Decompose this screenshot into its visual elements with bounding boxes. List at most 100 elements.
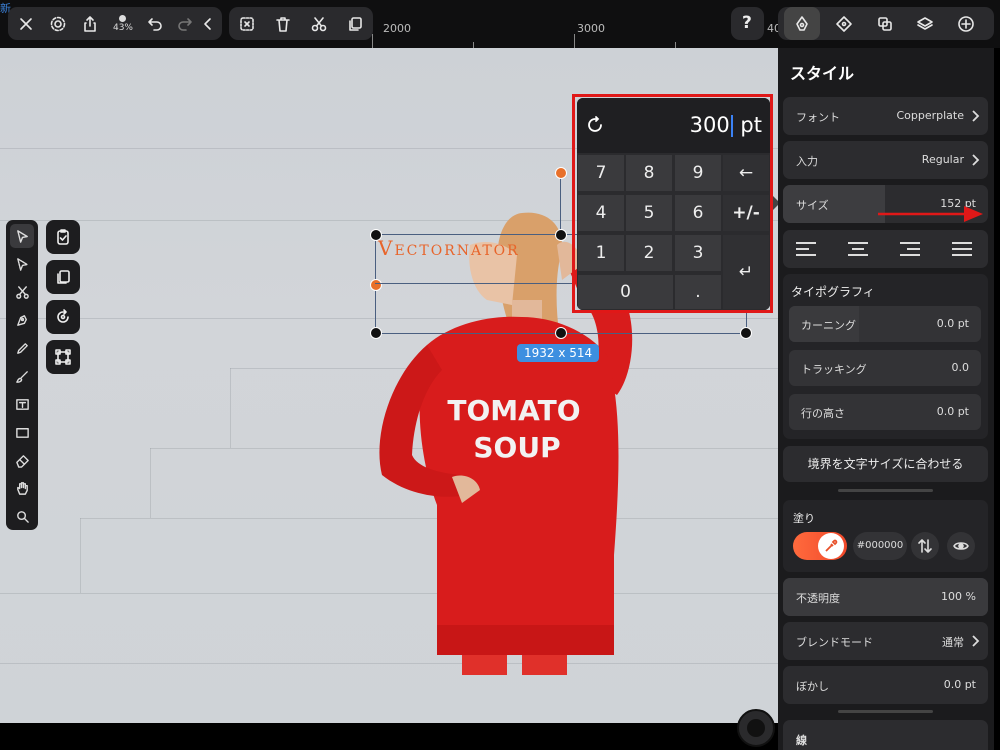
- tab-arrange[interactable]: [830, 7, 858, 40]
- settings-button[interactable]: [44, 7, 72, 40]
- rotation-guide-line: [560, 172, 561, 234]
- opacity-value: 100 %: [941, 590, 976, 603]
- key-3[interactable]: 3: [674, 234, 722, 272]
- boolean-icon: [878, 16, 892, 31]
- text-object-vectornator[interactable]: Vectornator: [378, 236, 520, 260]
- line-height-slider[interactable]: 行の高さ 0.0 pt: [789, 394, 981, 430]
- collapse-toolbar-button[interactable]: [198, 7, 218, 40]
- reset-button[interactable]: [585, 115, 605, 135]
- rectangle-icon: [15, 427, 29, 438]
- opacity-slider[interactable]: 不透明度 100 %: [783, 578, 988, 616]
- tracking-label: トラッキング: [801, 363, 867, 376]
- tab-add[interactable]: [952, 7, 980, 40]
- scissors-tool[interactable]: [10, 280, 34, 304]
- quick-action-button[interactable]: [737, 709, 775, 747]
- tab-path[interactable]: [871, 7, 899, 40]
- key-1[interactable]: 1: [577, 234, 625, 272]
- input-label: 入力: [796, 155, 818, 168]
- resize-handle-top-left[interactable]: [370, 229, 382, 241]
- key-backspace[interactable]: ←: [722, 154, 770, 192]
- font-row[interactable]: フォント Copperplate: [783, 97, 988, 135]
- eyedropper-button[interactable]: [818, 533, 844, 559]
- deselect-icon: [240, 16, 254, 31]
- cut-button[interactable]: [305, 7, 333, 40]
- top-toolbar: 新 43% 2000 3000 40 ?: [0, 0, 1000, 48]
- fill-section: 塗り #000000: [783, 500, 988, 572]
- fit-bounds-to-text-button[interactable]: 境界を文字サイズに合わせる: [783, 446, 988, 482]
- resize-handle-bottom-left[interactable]: [370, 327, 382, 339]
- pencil-tool[interactable]: [10, 336, 34, 360]
- align-center-button[interactable]: [847, 239, 869, 259]
- fill-hex-value[interactable]: #000000: [853, 532, 907, 560]
- close-button[interactable]: [12, 7, 40, 40]
- help-button[interactable]: ?: [731, 7, 764, 40]
- zoom-tool[interactable]: [10, 504, 34, 528]
- pencil-icon: [16, 342, 28, 354]
- tracking-slider[interactable]: トラッキング 0.0: [789, 350, 981, 386]
- key-8[interactable]: 8: [625, 154, 673, 192]
- swap-arrows-icon: [918, 539, 932, 553]
- key-2[interactable]: 2: [625, 234, 673, 272]
- duplicate-button[interactable]: [341, 7, 369, 40]
- align-right-button[interactable]: [899, 239, 921, 259]
- key-4[interactable]: 4: [577, 194, 625, 232]
- resize-handle-bottom[interactable]: [555, 327, 567, 339]
- key-enter[interactable]: ↵: [722, 234, 770, 310]
- resize-handle-bottom-right[interactable]: [740, 327, 752, 339]
- tab-style[interactable]: [784, 7, 820, 40]
- section-divider: [838, 710, 933, 713]
- key-9[interactable]: 9: [674, 154, 722, 192]
- paste-button[interactable]: [46, 260, 80, 294]
- redo-button[interactable]: [171, 7, 199, 40]
- rotation-handle[interactable]: [555, 167, 567, 179]
- hand-tool[interactable]: [10, 476, 34, 500]
- input-row[interactable]: 入力 Regular: [783, 141, 988, 179]
- align-justify-button[interactable]: [951, 239, 973, 259]
- swap-fill-stroke-button[interactable]: [911, 532, 939, 560]
- rotate-button[interactable]: [46, 300, 80, 334]
- key-7[interactable]: 7: [577, 154, 625, 192]
- kerning-slider[interactable]: カーニング 0.0 pt: [789, 306, 981, 342]
- rectangle-tool[interactable]: [10, 420, 34, 444]
- arrow-cursor-icon: [16, 229, 28, 243]
- tab-layers[interactable]: [911, 7, 939, 40]
- key-decimal[interactable]: .: [674, 274, 722, 310]
- key-0[interactable]: 0: [577, 274, 674, 310]
- pen-tool[interactable]: [10, 308, 34, 332]
- share-button[interactable]: [76, 7, 104, 40]
- blend-mode-row[interactable]: ブレンドモード 通常: [783, 622, 988, 660]
- delete-button[interactable]: [269, 7, 297, 40]
- align-left-button[interactable]: [795, 239, 817, 259]
- blur-slider[interactable]: ぼかし 0.0 pt: [783, 666, 988, 704]
- deselect-button[interactable]: [233, 7, 261, 40]
- zoom-dot-icon: [119, 14, 127, 22]
- brush-tool[interactable]: [10, 364, 34, 388]
- key-5[interactable]: 5: [625, 194, 673, 232]
- stroke-label: 線: [796, 734, 807, 747]
- inspector-tabs: [778, 7, 994, 40]
- key-sign[interactable]: +/-: [722, 194, 770, 232]
- resize-handle-top[interactable]: [555, 229, 567, 241]
- keypad-value[interactable]: 300 pt: [690, 113, 762, 137]
- text-tool[interactable]: [10, 392, 34, 416]
- selection-tool[interactable]: [10, 224, 34, 248]
- direct-selection-tool[interactable]: [10, 252, 34, 276]
- stroke-section[interactable]: 線: [783, 720, 988, 750]
- hollow-arrow-icon: [16, 257, 28, 271]
- corner-handle-left[interactable]: [370, 279, 382, 291]
- zoom-indicator[interactable]: 43%: [109, 7, 137, 40]
- key-6[interactable]: 6: [674, 194, 722, 232]
- scissors-icon: [311, 16, 327, 31]
- magnifier-icon: [16, 510, 29, 523]
- undo-button[interactable]: [141, 7, 169, 40]
- fill-visibility-toggle[interactable]: [947, 532, 975, 560]
- bottom-bar: [0, 723, 778, 750]
- selection-inner-line: [375, 283, 575, 284]
- chevron-left-icon: [204, 17, 211, 30]
- transform-button[interactable]: [46, 340, 80, 374]
- eraser-tool[interactable]: [10, 448, 34, 472]
- clipboard-check-button[interactable]: [46, 220, 80, 254]
- opacity-label: 不透明度: [796, 592, 840, 605]
- align-left-icon: [796, 242, 816, 256]
- redo-icon: [178, 17, 192, 31]
